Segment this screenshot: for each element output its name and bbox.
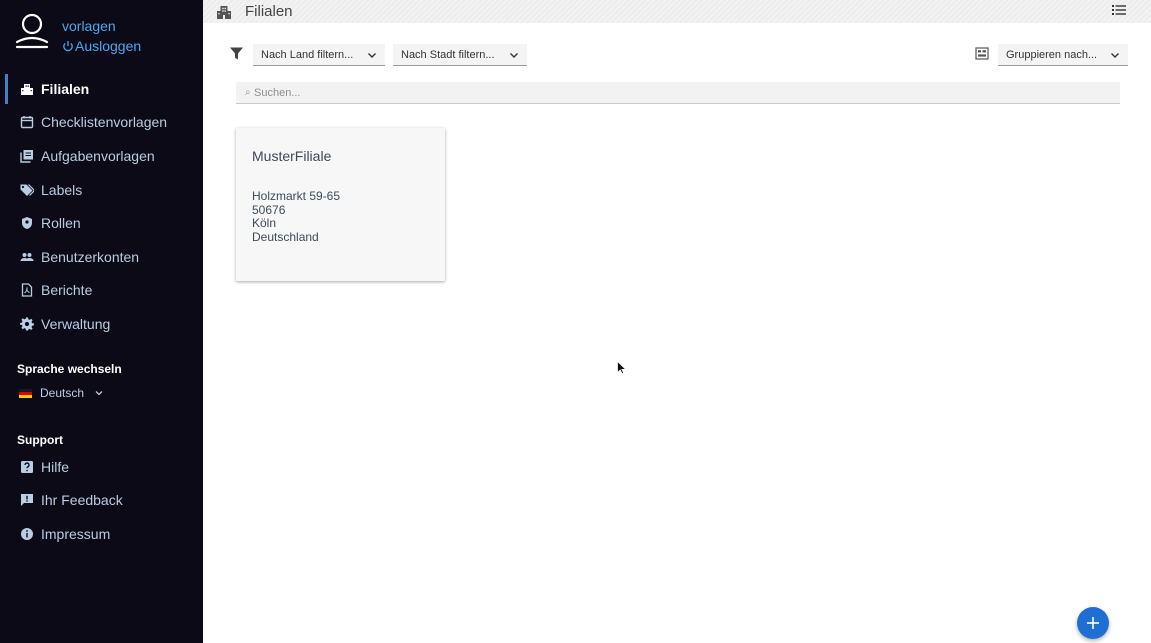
pdf-icon [20,283,34,298]
sidebar-item-label: Rollen [41,215,81,232]
sidebar-item-label: Berichte [41,282,93,299]
sidebar-item-berichte[interactable]: Berichte [0,274,203,308]
user-block: vorlagen Ausloggen [14,12,141,56]
building-icon [217,5,231,19]
user-name: vorlagen [62,18,116,34]
sidebar-item-label: Verwaltung [41,315,111,332]
power-icon [63,41,73,52]
library-icon [20,149,34,163]
chevron-down-icon [510,53,518,58]
branch-city: Köln [252,216,277,230]
info-icon [20,527,34,541]
shield-icon [20,216,34,230]
sidebar-item-label: Benutzerkonten [41,248,140,265]
language-selector[interactable]: Deutsch [19,386,104,400]
add-branch-button[interactable] [1077,607,1109,639]
filter-icon [230,47,243,60]
support-nav: Hilfe Ihr Feedback Impressum [0,450,203,551]
help-icon [20,460,34,474]
sidebar-item-label: Impressum [41,525,111,542]
search-input[interactable] [236,82,1120,104]
chevron-down-icon [368,53,376,58]
city-filter-placeholder: Nach Stadt filtern... [401,48,495,61]
gear-icon [20,317,34,331]
calendar-icon [20,115,34,129]
branch-name: MusterFiliale [252,148,332,164]
sidebar-item-labels[interactable]: Labels [0,173,203,207]
people-icon [20,250,34,264]
sidebar-item-label: Hilfe [41,458,70,475]
plus-icon [1087,617,1099,629]
sidebar-nav: Filialen Checklistenvorlagen Aufgabenvor… [0,72,203,341]
sidebar: vorlagen Ausloggen Filialen Checklistenv… [0,0,203,643]
support-section-title: Support [17,433,63,447]
list-icon[interactable] [1111,2,1127,18]
mouse-cursor-icon [617,361,626,374]
group-by-icon [975,47,989,60]
logout-link[interactable]: Ausloggen [62,36,141,56]
top-bar: Filialen [203,0,1151,23]
sidebar-item-aufgabenvorlagen[interactable]: Aufgabenvorlagen [0,139,203,173]
tags-icon [20,183,34,197]
sidebar-item-rollen[interactable]: Rollen [0,206,203,240]
sidebar-item-verwaltung[interactable]: Verwaltung [0,307,203,341]
sidebar-item-label: Labels [41,181,83,198]
branch-country: Deutschland [252,229,319,244]
chevron-down-icon [1111,53,1119,58]
logout-label: Ausloggen [75,38,142,54]
sidebar-item-impressum[interactable]: Impressum [0,517,203,551]
group-by-placeholder: Gruppieren nach... [1006,48,1098,61]
language-value: Deutsch [40,386,85,400]
german-flag-icon [19,388,32,398]
country-filter-placeholder: Nach Land filtern... [261,48,354,61]
city-filter-select[interactable]: Nach Stadt filtern... [393,44,527,66]
sidebar-item-checklistenvorlagen[interactable]: Checklistenvorlagen [0,106,203,140]
sidebar-item-label: Checklistenvorlagen [41,114,168,131]
sidebar-item-benutzerkonten[interactable]: Benutzerkonten [0,240,203,274]
search-icon: ⌕ [245,87,251,98]
branch-address: Holzmarkt 59-65 50676 Köln Deutschland [252,189,341,244]
page-title: Filialen [245,3,293,20]
sidebar-item-feedback[interactable]: Ihr Feedback [0,484,203,518]
user-avatar-icon [15,13,49,49]
sidebar-item-hilfe[interactable]: Hilfe [0,450,203,484]
chevron-down-icon [95,391,103,396]
sidebar-item-filialen[interactable]: Filialen [0,72,203,106]
sidebar-item-label: Aufgabenvorlagen [41,147,155,164]
language-section-title: Sprache wechseln [17,362,122,376]
feedback-icon [20,493,34,507]
group-by-select[interactable]: Gruppieren nach... [998,44,1128,66]
building-icon [20,82,34,96]
branch-zip: 50676 [252,202,286,217]
sidebar-item-label: Filialen [41,80,90,97]
branch-street: Holzmarkt 59-65 [252,189,341,203]
branch-card[interactable]: MusterFiliale Holzmarkt 59-65 50676 Köln… [236,128,445,281]
country-filter-select[interactable]: Nach Land filtern... [253,44,385,66]
sidebar-item-label: Ihr Feedback [41,492,123,509]
